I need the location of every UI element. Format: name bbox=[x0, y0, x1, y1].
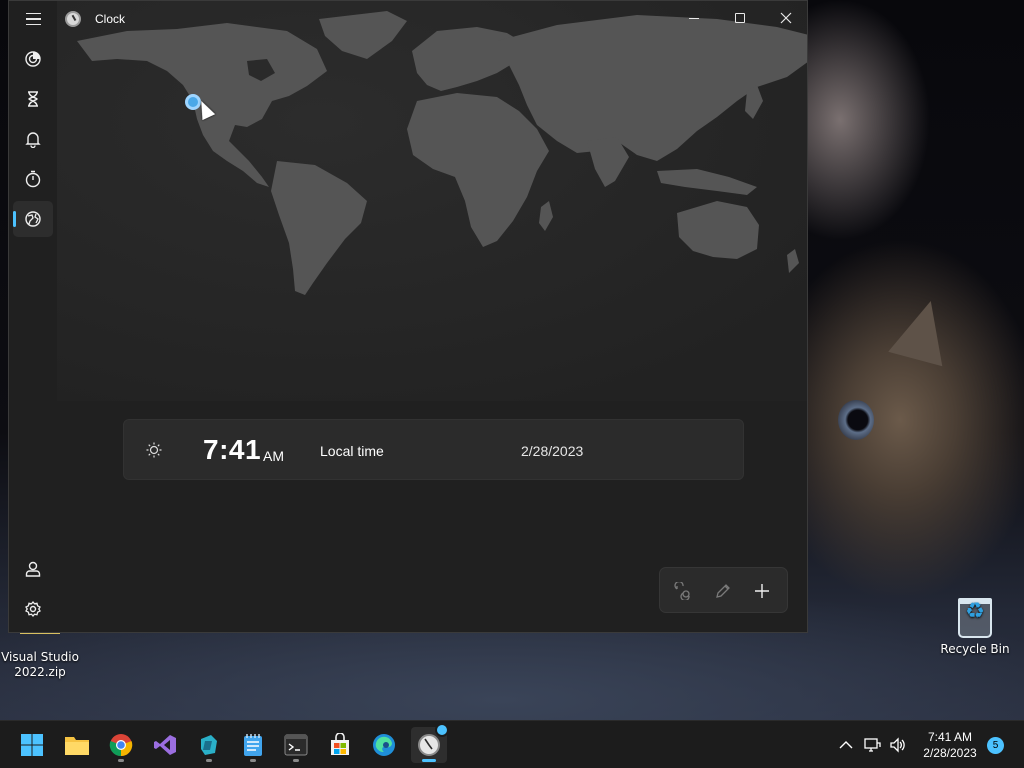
taskbar-clock-button[interactable]: 7:41 AM 2/28/2023 bbox=[918, 729, 982, 761]
network-button[interactable] bbox=[862, 735, 882, 755]
nav-focus-sessions[interactable] bbox=[13, 41, 53, 77]
visual-studio-icon bbox=[154, 735, 176, 755]
data-studio-icon bbox=[201, 735, 217, 755]
clock-ampm: AM bbox=[263, 448, 284, 464]
stopwatch-icon bbox=[25, 170, 41, 188]
maximize-icon bbox=[735, 13, 745, 23]
maximize-button[interactable] bbox=[717, 1, 763, 35]
world-map[interactable] bbox=[57, 1, 807, 401]
chevron-up-icon bbox=[839, 741, 853, 749]
hourglass-icon bbox=[28, 91, 38, 107]
gear-icon bbox=[25, 600, 41, 618]
desktop-icon-recycle-bin[interactable]: ♻ Recycle Bin bbox=[935, 598, 1015, 657]
hamburger-menu-button[interactable] bbox=[21, 9, 45, 29]
notification-count-badge[interactable]: 5 bbox=[987, 737, 1004, 754]
taskbar-notepad[interactable] bbox=[235, 727, 271, 763]
network-icon bbox=[864, 738, 881, 752]
clock-date: 2/28/2023 bbox=[521, 443, 584, 459]
taskbar-terminal[interactable] bbox=[278, 727, 314, 763]
taskbar-start-button[interactable] bbox=[14, 727, 50, 763]
show-hidden-icons-button[interactable] bbox=[836, 735, 856, 755]
taskbar-clock[interactable] bbox=[411, 723, 449, 763]
nav-world-clock[interactable] bbox=[13, 201, 53, 237]
speaker-icon bbox=[890, 737, 905, 753]
close-icon bbox=[780, 12, 792, 24]
window-title: Clock bbox=[95, 12, 126, 26]
pencil-icon bbox=[716, 584, 730, 598]
nav-timer[interactable] bbox=[13, 81, 53, 117]
recycle-bin-icon: ♻ bbox=[958, 598, 992, 638]
taskbar-date: 2/28/2023 bbox=[923, 746, 977, 760]
nav-stopwatch[interactable] bbox=[13, 161, 53, 197]
taskbar-azure-data-studio[interactable] bbox=[191, 727, 227, 763]
focus-icon bbox=[25, 51, 41, 67]
bell-icon bbox=[25, 132, 41, 148]
taskbar-visual-studio[interactable] bbox=[147, 727, 183, 763]
taskbar: 7:41 AM 2/28/2023 5 bbox=[0, 720, 1024, 768]
chrome-icon bbox=[109, 734, 133, 757]
wallpaper-cat-ear bbox=[888, 293, 958, 367]
compare-icon bbox=[674, 582, 690, 600]
folder-icon bbox=[65, 737, 89, 755]
edit-button[interactable] bbox=[708, 576, 738, 606]
taskbar-file-explorer[interactable] bbox=[59, 727, 95, 763]
minimize-icon bbox=[689, 17, 699, 19]
clock-location-label: Local time bbox=[320, 443, 384, 459]
volume-button[interactable] bbox=[888, 735, 908, 755]
add-button[interactable] bbox=[747, 576, 777, 606]
compare-button[interactable] bbox=[668, 576, 698, 606]
title-bar[interactable]: Clock bbox=[9, 1, 807, 37]
nav-settings[interactable] bbox=[13, 591, 53, 627]
clock-time: 7:41 bbox=[203, 434, 262, 465]
wallpaper-cat-eye bbox=[838, 400, 874, 440]
close-button[interactable] bbox=[763, 1, 807, 35]
taskbar-microsoft-store[interactable] bbox=[322, 727, 358, 763]
taskbar-chrome[interactable] bbox=[103, 727, 139, 763]
alarm-badge-icon bbox=[435, 723, 449, 737]
nav-account[interactable] bbox=[13, 551, 53, 587]
clock-app-icon bbox=[418, 734, 440, 756]
taskbar-edge[interactable] bbox=[366, 727, 402, 763]
desktop-icon-visual-studio-zip[interactable]: Visual Studio 2022.zip bbox=[0, 630, 80, 680]
clock-app-icon bbox=[65, 11, 81, 27]
windows-start-icon bbox=[21, 734, 43, 756]
sun-icon bbox=[146, 442, 162, 458]
world-clock-card[interactable]: 7:41 AM Local time 2/28/2023 bbox=[123, 419, 744, 480]
command-bar bbox=[659, 567, 788, 613]
taskbar-time: 7:41 AM bbox=[927, 730, 973, 744]
navigation-rail bbox=[9, 37, 57, 632]
nav-alarm[interactable] bbox=[13, 121, 53, 157]
edge-icon bbox=[373, 734, 395, 756]
desktop-icon-label: Recycle Bin bbox=[940, 642, 1010, 656]
store-icon bbox=[331, 733, 349, 755]
minimize-button[interactable] bbox=[671, 1, 717, 35]
person-icon bbox=[25, 561, 41, 577]
globe-icon bbox=[25, 211, 41, 227]
world-map-svg bbox=[57, 1, 807, 401]
desktop-icon-label: Visual Studio 2022.zip bbox=[1, 650, 79, 679]
clock-window: Clock 7:41 AM Local time 2/28/2023 bbox=[8, 0, 808, 633]
notepad-icon bbox=[244, 734, 262, 756]
terminal-icon bbox=[284, 734, 308, 756]
plus-icon bbox=[755, 584, 769, 598]
